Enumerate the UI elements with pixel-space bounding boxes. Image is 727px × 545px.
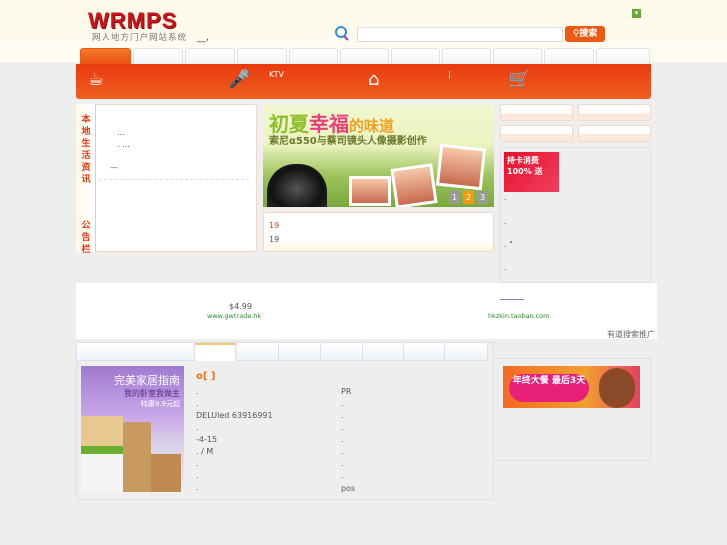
content-tab-6[interactable] <box>404 343 445 361</box>
tagline: __, <box>197 33 209 43</box>
camera-lens-image <box>267 164 327 207</box>
nav-tab-7[interactable] <box>442 48 491 65</box>
ad-link-underline <box>500 299 524 300</box>
info-line[interactable]: — <box>110 163 118 172</box>
list-item[interactable]: . <box>341 471 344 480</box>
ad-url-right[interactable]: hkzkin.taobao.com <box>488 312 549 320</box>
category-nav-bar <box>76 64 651 99</box>
list-item[interactable]: . <box>341 459 344 468</box>
nav-tab-5[interactable] <box>340 48 389 65</box>
quick-link-box[interactable] <box>500 104 573 121</box>
nav-tab-3[interactable] <box>237 48 287 65</box>
list-item[interactable]: . <box>341 423 344 432</box>
info-line[interactable]: ... <box>117 128 125 137</box>
nav-tab-8[interactable] <box>493 48 542 65</box>
content-tab-3[interactable] <box>279 343 321 361</box>
logo-subtitle: 网人地方门户网站系统 <box>92 33 188 43</box>
slide-dot-3[interactable]: 3 <box>477 191 488 204</box>
list-item[interactable]: PR <box>341 387 351 396</box>
portrait-photo <box>349 176 391 206</box>
banner-subtitle: 索尼α550与蔡司镜头人像摄影创作 <box>269 136 427 147</box>
content-tab-1[interactable] <box>195 343 236 361</box>
divider <box>99 179 249 180</box>
portrait-photo <box>435 143 487 191</box>
microphone-icon[interactable]: 🎤 <box>228 69 250 90</box>
ad-text: 年终大餐 最后3天 <box>509 374 589 402</box>
nav-tab-6[interactable] <box>391 48 440 65</box>
list-item[interactable]: pos <box>341 484 355 493</box>
shopping-cart-icon[interactable]: 🛒 <box>508 69 530 90</box>
search-magnifier-icon <box>335 26 349 41</box>
list-item[interactable]: . <box>196 399 199 408</box>
coffee-cup-icon[interactable]: ☕ <box>88 69 104 90</box>
bulletin-label: 公告栏 <box>81 221 91 255</box>
pic-subtitle: 我的卧室我做主 <box>124 389 180 398</box>
ad-url-left[interactable]: www.gwtrade.hk <box>207 312 261 320</box>
local-info-panel <box>76 104 257 252</box>
nav-item-ktv[interactable]: KTV <box>269 70 284 79</box>
search-button-label: 搜索 <box>579 29 598 39</box>
side-line[interactable]: . <box>504 217 507 226</box>
side-line[interactable]: . " <box>504 240 513 249</box>
home-furnishing-ad-image[interactable]: 完美家居指南 我的卧室我做主 特惠9.9元起 <box>81 366 184 493</box>
sponsored-ads-strip <box>76 283 657 339</box>
quick-link-box[interactable] <box>500 125 573 142</box>
notice-line[interactable]: 19 <box>269 221 279 230</box>
local-info-label: 本地生活资讯 <box>81 115 91 185</box>
portrait-photo <box>390 163 438 207</box>
content-tab-2[interactable] <box>237 343 279 361</box>
nightstand <box>151 454 181 492</box>
list-item[interactable]: . <box>196 387 199 396</box>
content-tab-5[interactable] <box>363 343 404 361</box>
nav-item-separator: | <box>448 70 451 79</box>
search-input[interactable] <box>357 27 563 42</box>
search-button[interactable]: ⚲搜索 <box>565 26 605 42</box>
side-line[interactable]: . <box>504 263 507 272</box>
content-tab-0[interactable] <box>77 343 195 361</box>
list-item[interactable]: . <box>196 459 199 468</box>
nav-tab-4[interactable] <box>289 48 338 65</box>
nav-tab-0[interactable] <box>80 48 131 65</box>
slide-dot-1[interactable]: 1 <box>449 191 460 204</box>
content-tab-7[interactable] <box>445 343 488 361</box>
pic-price: 特惠9.9元起 <box>140 400 180 408</box>
content-tab-4[interactable] <box>321 343 363 361</box>
list-item[interactable]: . <box>196 471 199 480</box>
quick-link-box[interactable] <box>578 125 651 142</box>
banner-slideshow[interactable]: 初夏幸福的味道 索尼α550与蔡司镜头人像摄影创作 1 2 3 <box>263 104 494 207</box>
list-item[interactable]: . <box>196 483 199 492</box>
list-item[interactable]: . / M <box>196 447 213 456</box>
list-item[interactable]: . <box>341 435 344 444</box>
nav-tab-1[interactable] <box>133 48 183 65</box>
nav-tab-2[interactable] <box>185 48 235 65</box>
list-item[interactable]: . <box>341 399 344 408</box>
nav-tab-10[interactable] <box>596 48 650 65</box>
dresser <box>123 422 151 492</box>
pic-title: 完美家居指南 <box>114 374 180 387</box>
list-item[interactable]: . <box>341 447 344 456</box>
slide-dot-2[interactable]: 2 <box>463 191 474 204</box>
list-item[interactable]: -4-15 <box>196 435 217 444</box>
dropdown-toggle-icon[interactable]: ▾ <box>632 9 641 18</box>
ad-person <box>599 368 635 408</box>
list-item[interactable]: . <box>341 411 344 420</box>
ad-footer[interactable]: 有道搜索推广 <box>607 329 655 340</box>
promo-ad-image[interactable]: 持卡消费 100% 送 <box>504 152 559 192</box>
notice-line[interactable]: 19 <box>269 235 279 244</box>
left-label-strip: 本地生活资讯 公告栏 <box>76 104 96 255</box>
notice-box: 19 19 <box>263 212 494 252</box>
house-icon[interactable]: ⌂ <box>368 69 379 90</box>
list-item[interactable]: DELUled 63916991 <box>196 411 273 420</box>
ad-price[interactable]: $4.99 <box>229 302 252 311</box>
info-line[interactable]: . ... <box>117 140 130 149</box>
quick-link-box[interactable] <box>578 104 651 121</box>
nav-tab-9[interactable] <box>544 48 594 65</box>
side-line[interactable]: . <box>504 193 507 202</box>
list-item[interactable]: . <box>196 423 199 432</box>
year-end-feast-ad-image[interactable]: 年终大餐 最后3天 <box>503 366 640 408</box>
section-title[interactable]: o[ ] <box>196 371 216 382</box>
